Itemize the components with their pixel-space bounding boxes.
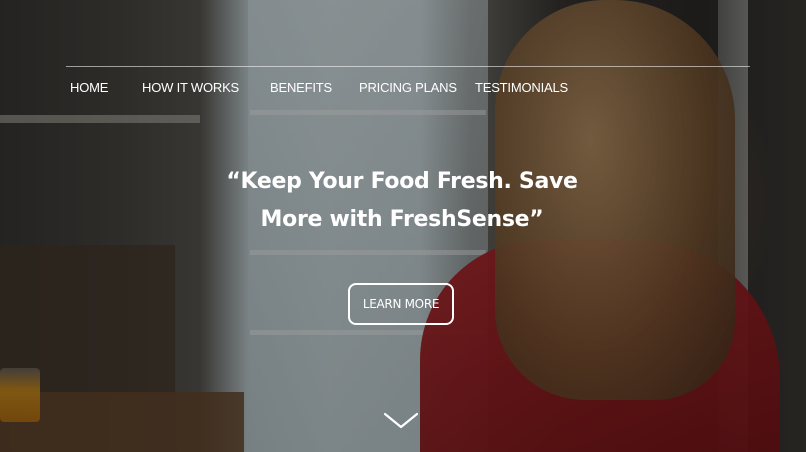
hero-headline: “Keep Your Food Fresh. Save More with Fr…: [150, 163, 654, 239]
main-navigation: HOME HOW IT WORKS BENEFITS PRICING PLANS…: [66, 66, 750, 95]
learn-more-button[interactable]: LEARN MORE: [348, 283, 454, 325]
nav-link-pricing-plans[interactable]: PRICING PLANS: [359, 80, 457, 95]
hero-headline-line-2: More with FreshSense”: [260, 207, 544, 232]
nav-link-testimonials[interactable]: TESTIMONIALS: [475, 80, 568, 95]
learn-more-button-label: LEARN MORE: [362, 297, 440, 311]
hero-headline-line-1: “Keep Your Food Fresh. Save: [226, 169, 578, 194]
nav-link-benefits[interactable]: BENEFITS: [270, 80, 332, 95]
chevron-down-icon[interactable]: [383, 410, 419, 432]
hero-section: HOME HOW IT WORKS BENEFITS PRICING PLANS…: [0, 0, 806, 452]
nav-link-home[interactable]: HOME: [70, 80, 108, 95]
nav-link-how-it-works[interactable]: HOW IT WORKS: [142, 80, 239, 95]
